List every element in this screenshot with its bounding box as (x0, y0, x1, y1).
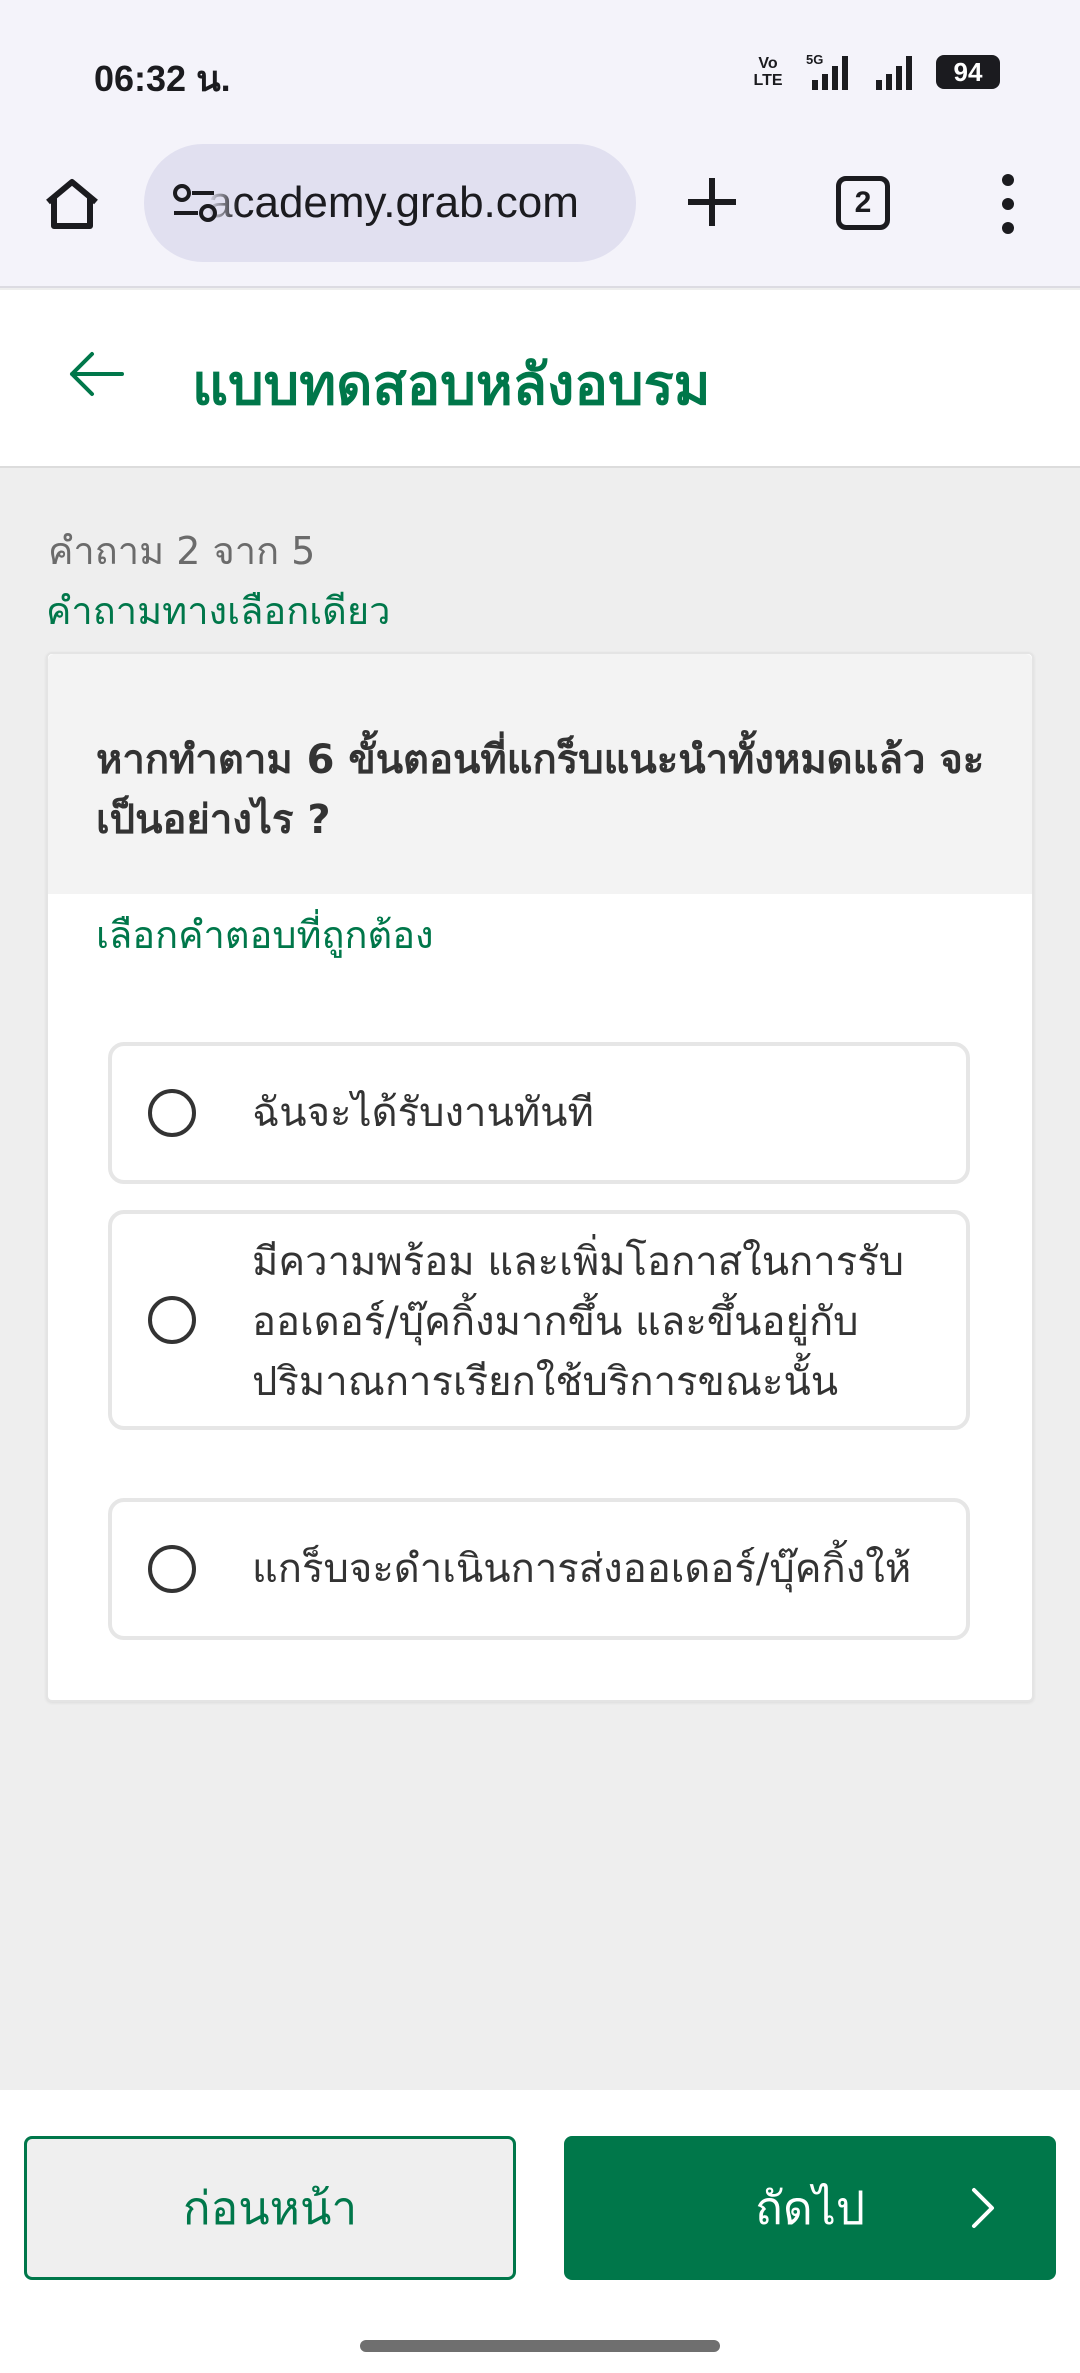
more-vert-icon[interactable] (976, 168, 1040, 240)
option-label: ฉันจะได้รับงานทันที (252, 1090, 594, 1136)
previous-button[interactable]: ก่อนหน้า (24, 2136, 516, 2280)
radio-button[interactable] (148, 1089, 196, 1137)
home-icon[interactable] (40, 172, 104, 236)
battery-icon: 94 (936, 55, 1000, 89)
plus-icon[interactable] (680, 170, 744, 234)
question-card: หากทำตาม 6 ขั้นตอนที่แกร็บแนะนำทั้งหมดแล… (46, 652, 1034, 1702)
signal-5g-icon: 5G (806, 52, 848, 90)
next-button-label: ถัดไป (754, 2180, 866, 2235)
signal-icon (876, 56, 912, 90)
question-text: หากทำตาม 6 ขั้นตอนที่แกร็บแนะนำทั้งหมดแล… (96, 737, 985, 843)
address-bar[interactable]: academy.grab.com (144, 144, 636, 262)
app-header: แบบทดสอบหลังอบรม (0, 290, 1080, 468)
arrow-left-icon[interactable] (64, 342, 128, 406)
radio-button[interactable] (148, 1545, 196, 1593)
option-label: มีความพร้อม และเพิ่มโอกาสในการรับ ออเดอร… (252, 1239, 905, 1405)
question-header: หากทำตาม 6 ขั้นตอนที่แกร็บแนะนำทั้งหมดแล… (48, 654, 1032, 894)
bottom-nav: ก่อนหน้า ถัดไป (0, 2090, 1080, 2373)
browser-toolbar: academy.grab.com 2 (0, 140, 1080, 288)
answer-option-2[interactable]: มีความพร้อม และเพิ่มโอกาสในการรับ ออเดอร… (108, 1210, 970, 1430)
answer-option-3[interactable]: แกร็บจะดำเนินการส่งออเดอร์/บุ๊คกิ้งให้ (108, 1498, 970, 1640)
question-type: คำถามทางเลือกเดียว (46, 589, 391, 633)
status-icons: Vo LTE 5G 94 (750, 50, 1000, 94)
answer-instruction: เลือกคำตอบที่ถูกต้อง (96, 913, 434, 957)
radio-button[interactable] (148, 1296, 196, 1344)
next-button[interactable]: ถัดไป (564, 2136, 1056, 2280)
question-counter: คำถาม 2 จาก 5 (48, 529, 316, 573)
option-label: แกร็บจะดำเนินการส่งออเดอร์/บุ๊คกิ้งให้ (252, 1546, 912, 1592)
status-bar: 06:32 น. Vo LTE 5G 94 (0, 0, 1080, 140)
svg-text:5G: 5G (806, 52, 823, 67)
chevron-right-icon (972, 2188, 994, 2228)
answer-option-1[interactable]: ฉันจะได้รับงานทันที (108, 1042, 970, 1184)
page-title: แบบทดสอบหลังอบรม (192, 353, 711, 418)
url-text: academy.grab.com (208, 178, 579, 227)
status-time: 06:32 น. (94, 58, 231, 99)
home-indicator[interactable] (360, 2340, 720, 2352)
volte-icon: Vo LTE (753, 55, 783, 89)
tab-switcher-button[interactable]: 2 (836, 176, 890, 230)
